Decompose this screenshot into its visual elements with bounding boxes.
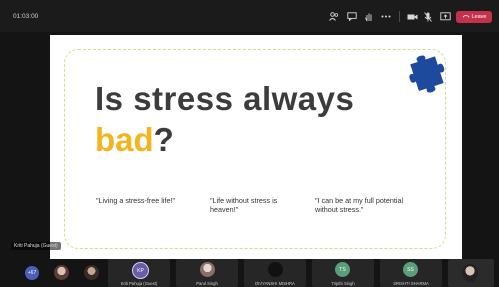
chat-icon[interactable]: [346, 11, 358, 22]
shared-presentation-slide: Is stress always bad? "Living a stress-f…: [50, 35, 462, 259]
participant-photo: [84, 265, 99, 280]
microphone-icon[interactable]: [422, 11, 434, 22]
participant-avatar: TS: [335, 262, 350, 277]
raise-hand-icon[interactable]: [363, 11, 375, 22]
participants-icon[interactable]: [328, 11, 340, 22]
meeting-toolbar: 01:03:00 Leave: [0, 0, 499, 32]
participant-name: Kriti Pahuja (Guest): [120, 281, 158, 286]
participant-photo-tile[interactable]: [82, 259, 102, 287]
overflow-count: +67: [25, 266, 39, 280]
participant-tile-parul[interactable]: Parul Singh: [176, 259, 238, 287]
participant-tile-kriti[interactable]: KP Kriti Pahuja (Guest): [108, 259, 170, 287]
quote-full-potential: "I can be at my full potential without s…: [315, 196, 404, 214]
phone-hangup-icon: [462, 14, 470, 20]
participant-name: DIVYANSHI MISHRA: [255, 281, 295, 286]
slide-title-highlight: bad: [95, 121, 154, 158]
more-options-icon[interactable]: [380, 11, 392, 22]
puzzle-piece-icon: [409, 55, 445, 93]
participant-photo-tile[interactable]: [448, 259, 494, 287]
slide-title-line1: Is stress always: [95, 80, 355, 117]
participant-photo-tile[interactable]: [52, 259, 72, 287]
meeting-timer: 01:03:00: [13, 13, 39, 20]
participant-tile-srishti[interactable]: SS SRISHTI SHARMA: [380, 259, 442, 287]
participant-avatar: SS: [403, 262, 418, 277]
participant-tile-divyanshi[interactable]: DIVYANSHI MISHRA: [244, 259, 306, 287]
quote-stress-free: "Living a stress-free life!": [96, 196, 176, 205]
participant-photo: [54, 265, 69, 280]
participant-photo: [268, 262, 283, 277]
participant-tile-tripthi[interactable]: TS Tripthi Singh: [312, 259, 374, 287]
quote-heaven: "Life without stress is heaven!": [210, 196, 278, 214]
camera-icon[interactable]: [406, 11, 418, 22]
slide-title-suffix: ?: [153, 121, 174, 158]
presenter-name-label: Kriti Pahuja (Guest): [11, 242, 61, 250]
participant-name: Tripthi Singh: [331, 281, 355, 286]
toolbar-divider: [399, 11, 400, 22]
slide-title-line2: bad?: [95, 121, 174, 159]
participant-photo: [462, 264, 478, 282]
participant-avatar: KP: [132, 262, 149, 279]
share-screen-icon[interactable]: [439, 11, 451, 22]
leave-button[interactable]: Leave: [456, 11, 492, 23]
participant-photo: [200, 262, 215, 277]
overflow-participants[interactable]: +67: [22, 259, 46, 287]
participant-name: Parul Singh: [196, 281, 218, 286]
participant-name: SRISHTI SHARMA: [393, 281, 429, 286]
leave-label: Leave: [471, 14, 487, 20]
